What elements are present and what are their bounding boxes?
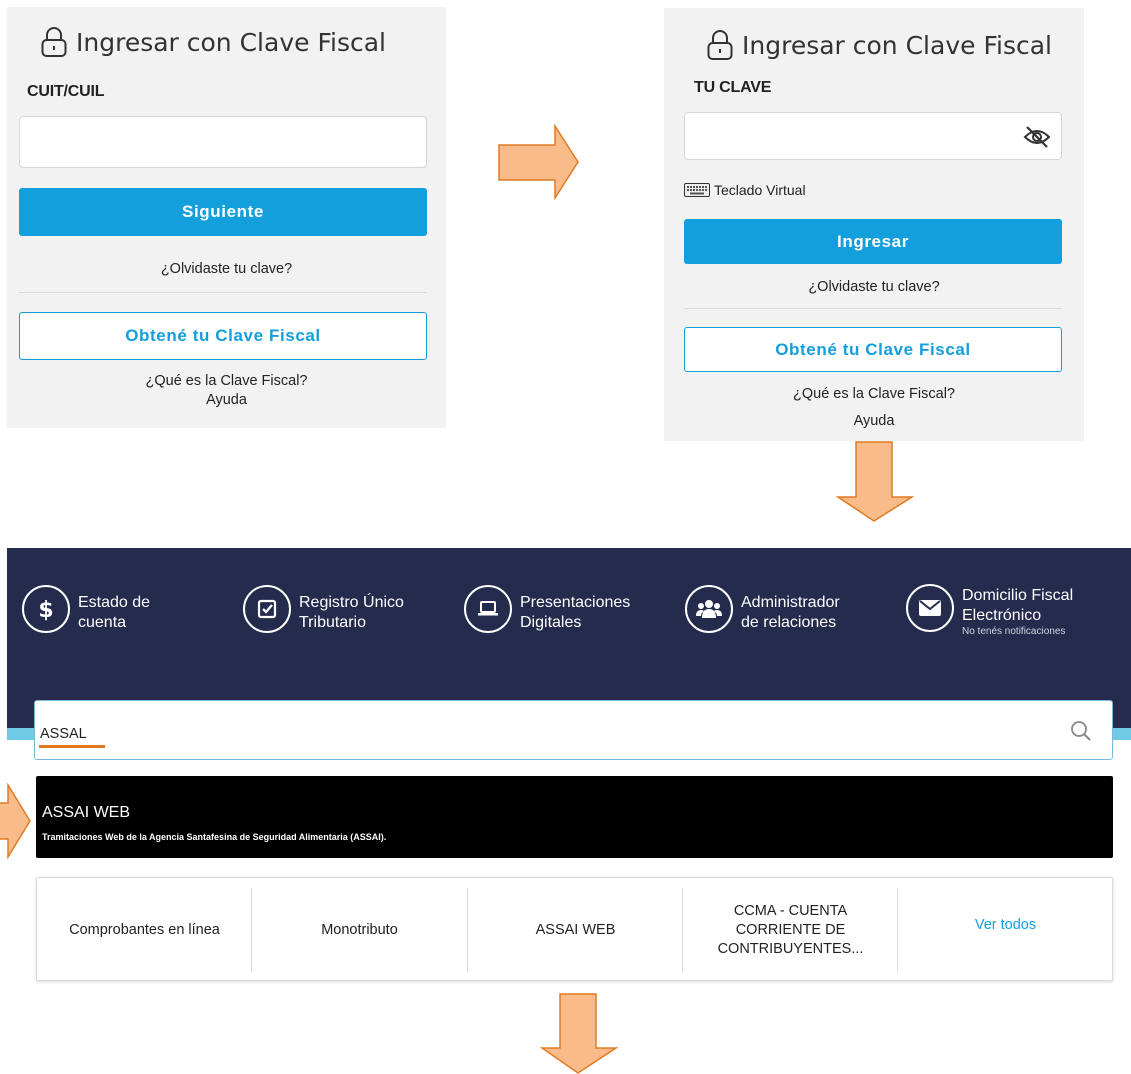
presentaciones-digitales-shortcut[interactable]: Presentaciones Digitales — [464, 585, 630, 633]
cuit-label: CUIT/CUIL — [27, 83, 105, 100]
search-result-title: ASSAI WEB — [42, 804, 131, 821]
get-clave-fiscal-button[interactable]: Obtené tu Clave Fiscal — [684, 327, 1062, 372]
password-input[interactable] — [684, 112, 1062, 160]
cuit-input[interactable] — [19, 116, 427, 168]
registro-unico-shortcut[interactable]: Registro Único Tributario — [243, 585, 404, 633]
shortcut-label-line2: Electrónico — [962, 607, 1042, 624]
search-highlight-underline — [39, 745, 105, 748]
divider — [19, 292, 427, 293]
next-button[interactable]: Siguiente — [19, 188, 427, 236]
shortcut-label-line2: cuenta — [78, 614, 127, 631]
arrow-down-icon — [836, 441, 914, 522]
arrow-right-icon — [498, 124, 579, 200]
lock-icon — [41, 27, 67, 57]
card-monotributo[interactable]: Monotributo — [252, 888, 467, 972]
card-ccma[interactable]: CCMA - CUENTA CORRIENTE DE CONTRIBUYENTE… — [683, 888, 898, 972]
keyboard-icon — [684, 183, 710, 197]
forgot-password-link[interactable]: ¿Olvidaste tu clave? — [7, 261, 446, 277]
virtual-keyboard-label: Teclado Virtual — [714, 182, 806, 198]
arrow-right-icon — [0, 783, 31, 859]
get-clave-fiscal-button[interactable]: Obtené tu Clave Fiscal — [19, 312, 427, 360]
login-title: Ingresar con Clave Fiscal — [40, 26, 386, 58]
shortcut-label-line1: Administrador — [741, 594, 840, 611]
search-result-item[interactable]: ASSAI WEB Tramitaciones Web de la Agenci… — [36, 776, 1113, 858]
login-title-text: Ingresar con Clave Fiscal — [742, 30, 1052, 60]
shortcut-label-line1: Presentaciones — [520, 594, 631, 611]
administrador-relaciones-shortcut[interactable]: Administrador de relaciones — [685, 585, 840, 633]
search-icon[interactable] — [1070, 720, 1092, 742]
virtual-keyboard-toggle[interactable]: Teclado Virtual — [684, 182, 806, 198]
shortcut-label-line1: Domicilio Fiscal — [962, 587, 1074, 604]
login-title-text: Ingresar con Clave Fiscal — [76, 27, 386, 57]
login-panel-step2: Ingresar con Clave Fiscal TU CLAVE Tecla… — [664, 8, 1084, 441]
help-link[interactable]: Ayuda — [664, 413, 1084, 429]
what-is-clave-fiscal-link[interactable]: ¿Qué es la Clave Fiscal? — [664, 386, 1084, 402]
divider — [684, 308, 1062, 309]
login-panel-step1: Ingresar con Clave Fiscal CUIT/CUIL Sigu… — [7, 7, 446, 428]
users-icon — [685, 585, 733, 633]
card-assai-web[interactable]: ASSAI WEB — [468, 888, 683, 972]
shortcut-label-line1: Registro Único — [299, 594, 404, 611]
estado-de-cuenta-shortcut[interactable]: $ Estado de cuenta — [22, 585, 150, 633]
help-link[interactable]: Ayuda — [7, 392, 446, 408]
svg-text:$: $ — [38, 598, 53, 622]
card-comprobantes[interactable]: Comprobantes en línea — [37, 888, 252, 972]
password-label: TU CLAVE — [694, 79, 772, 96]
login-title: Ingresar con Clave Fiscal — [706, 29, 1052, 61]
notifications-status: No tenés notificaciones — [962, 626, 1066, 637]
eye-slash-icon[interactable] — [1023, 125, 1051, 149]
lock-icon — [707, 30, 733, 60]
dollar-icon: $ — [22, 585, 70, 633]
ver-todos-link[interactable]: Ver todos — [898, 888, 1113, 972]
laptop-icon — [464, 585, 512, 633]
search-input[interactable]: ASSAL — [34, 700, 1113, 760]
shortcut-label-line2: Digitales — [520, 614, 582, 631]
shortcut-label-line2: de relaciones — [741, 614, 837, 631]
checkbox-icon — [243, 585, 291, 633]
domicilio-fiscal-shortcut[interactable]: Domicilio Fiscal Electrónico No tenés no… — [906, 584, 1073, 638]
search-result-description: Tramitaciones Web de la Agencia Santafes… — [42, 832, 387, 842]
envelope-icon — [906, 584, 954, 632]
shortcut-label-line2: Tributario — [299, 614, 366, 631]
search-input-value: ASSAL — [40, 726, 87, 742]
shortcut-label-line1: Estado de — [78, 594, 151, 611]
what-is-clave-fiscal-link[interactable]: ¿Qué es la Clave Fiscal? — [7, 373, 446, 389]
login-button[interactable]: Ingresar — [684, 219, 1062, 264]
forgot-password-link[interactable]: ¿Olvidaste tu clave? — [664, 279, 1084, 295]
arrow-down-icon — [540, 993, 618, 1074]
quick-access-cards: Comprobantes en línea Monotributo ASSAI … — [36, 877, 1113, 981]
